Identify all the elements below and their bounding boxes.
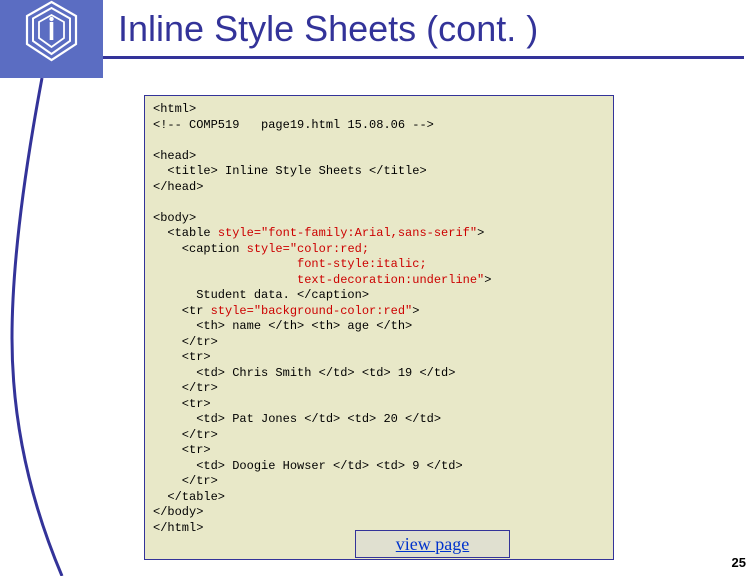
code-line: </tr>: [153, 335, 218, 349]
slide-header: Inline Style Sheets (cont. ): [0, 0, 756, 78]
code-line: <td> Pat Jones </td> <td> 20 </td>: [153, 412, 441, 426]
code-line: <tr: [153, 304, 211, 318]
code-block: <html> <!-- COMP519 page19.html 15.08.06…: [144, 95, 614, 560]
logo-icon: [24, 0, 79, 62]
code-line: >: [477, 226, 484, 240]
code-style: style="background-color:red": [211, 304, 413, 318]
code-line: </html>: [153, 521, 203, 535]
code-line: <table: [153, 226, 218, 240]
code-line: Student data. </caption>: [153, 288, 369, 302]
code-line: <!-- COMP519 page19.html 15.08.06 -->: [153, 118, 434, 132]
code-line: <td> Doogie Howser </td> <td> 9 </td>: [153, 459, 463, 473]
code-line: </body>: [153, 505, 203, 519]
code-style: style="font-family:Arial,sans-serif": [218, 226, 477, 240]
code-line: </tr>: [153, 428, 218, 442]
code-line: <tr>: [153, 397, 211, 411]
code-style: text-decoration:underline": [153, 273, 484, 287]
code-line: <caption: [153, 242, 247, 256]
code-line: <html>: [153, 102, 196, 116]
code-line: </tr>: [153, 474, 218, 488]
code-line: </tr>: [153, 381, 218, 395]
code-style: font-style:italic;: [153, 257, 427, 271]
code-line: <head>: [153, 149, 196, 163]
view-page-link[interactable]: view page: [396, 534, 469, 554]
page-number: 25: [732, 555, 746, 570]
code-line: <title> Inline Style Sheets </title>: [153, 164, 427, 178]
code-line: <body>: [153, 211, 196, 225]
code-line: <th> name </th> <th> age </th>: [153, 319, 412, 333]
decorative-curve: [0, 78, 103, 576]
code-line: >: [484, 273, 491, 287]
code-line: <tr>: [153, 350, 211, 364]
code-line: </table>: [153, 490, 225, 504]
code-line: <td> Chris Smith </td> <td> 19 </td>: [153, 366, 455, 380]
title-underline: [103, 56, 744, 59]
code-line: <tr>: [153, 443, 211, 457]
slide-title: Inline Style Sheets (cont. ): [118, 8, 538, 50]
code-line: </head>: [153, 180, 203, 194]
view-page-button[interactable]: view page: [355, 530, 510, 558]
code-style: style="color:red;: [247, 242, 369, 256]
code-line: >: [412, 304, 419, 318]
